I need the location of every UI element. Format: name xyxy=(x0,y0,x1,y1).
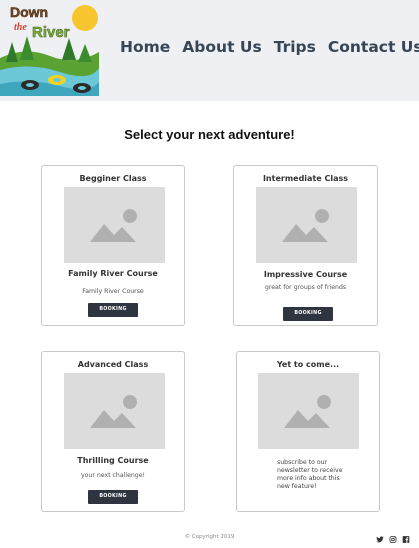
booking-button[interactable]: BOOKING xyxy=(88,490,138,504)
logo-text-the: the xyxy=(14,22,27,33)
instagram-icon[interactable] xyxy=(389,529,397,543)
image-placeholder-icon xyxy=(64,373,165,449)
page-headline: Select your next adventure! xyxy=(124,127,295,142)
card-description: great for groups of friends xyxy=(264,284,347,291)
card-subtitle: Impressive Course xyxy=(263,270,348,279)
note-line: newsletter to receive xyxy=(277,467,343,474)
card-beginner: Begginer Class Family River Course Famil… xyxy=(41,165,185,326)
nav-about-us[interactable]: About Us xyxy=(182,38,261,56)
booking-button[interactable]: BOOKING xyxy=(283,307,333,321)
card-title: Advanced Class xyxy=(77,360,149,369)
card-yet-to-come: Yet to come... subscribe to our newslett… xyxy=(236,351,380,512)
image-placeholder-icon xyxy=(64,187,165,263)
booking-button[interactable]: BOOKING xyxy=(88,303,138,317)
nav-home[interactable]: Home xyxy=(120,38,170,56)
card-subtitle: Family River Course xyxy=(68,269,158,278)
card-title: Yet to come... xyxy=(276,360,340,369)
image-placeholder-icon xyxy=(256,187,357,263)
newsletter-note: subscribe to our newsletter to receive m… xyxy=(277,459,343,491)
card-intermediate: Intermediate Class Impressive Course gre… xyxy=(233,165,378,326)
main-nav: Home About Us Trips Contact Us xyxy=(120,38,419,56)
footer-copyright: © Copyright 2019 xyxy=(184,534,235,540)
image-placeholder-icon xyxy=(258,373,359,449)
facebook-icon[interactable] xyxy=(402,529,410,543)
card-description: Family River Course xyxy=(82,288,144,295)
note-line: more info about this xyxy=(277,475,340,482)
note-line: subscribe to our xyxy=(277,459,328,466)
site-header: Down the River Home About Us Trips Conta… xyxy=(0,0,419,101)
twitter-icon[interactable] xyxy=(376,529,384,543)
logo-text-river: River xyxy=(32,24,70,41)
nav-contact-us[interactable]: Contact Us xyxy=(328,38,419,56)
card-advanced: Advanced Class Thrilling Course your nex… xyxy=(41,351,185,512)
nav-trips[interactable]: Trips xyxy=(274,38,316,56)
card-subtitle: Thrilling Course xyxy=(77,456,149,465)
logo-text-down: Down xyxy=(10,4,48,20)
social-links xyxy=(376,529,415,543)
card-title: Begginer Class xyxy=(79,174,147,183)
note-line: new feature! xyxy=(277,483,317,490)
card-description: your next challenge! xyxy=(80,472,146,479)
card-title: Intermediate Class xyxy=(262,174,349,183)
down-the-river-logo[interactable]: Down the River xyxy=(0,0,99,96)
